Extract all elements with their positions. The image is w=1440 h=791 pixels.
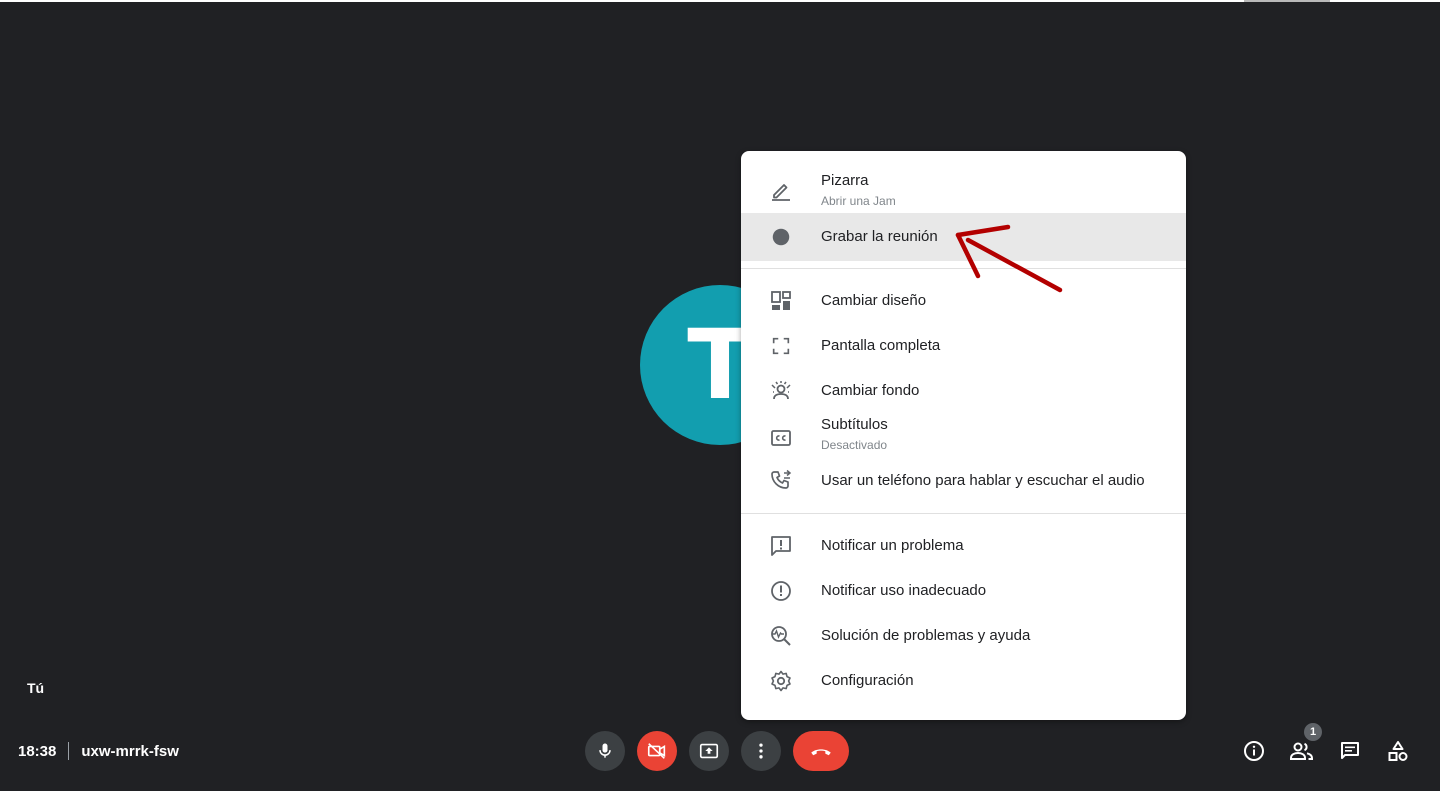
mic-button[interactable] xyxy=(585,731,625,771)
activities-icon xyxy=(1388,741,1408,761)
meeting-info: 18:38 uxw-mrrk-fsw xyxy=(18,740,179,762)
camera-toggle-button[interactable] xyxy=(637,731,677,771)
menu-item-label: Subtítulos xyxy=(821,416,888,433)
annotation-arrow xyxy=(955,224,1063,293)
videocam-off-icon xyxy=(647,743,666,759)
more-vert-icon xyxy=(759,743,763,759)
captions-icon xyxy=(767,424,795,452)
more-options-button[interactable] xyxy=(741,731,781,771)
menu-item-label: Configuración xyxy=(821,672,914,689)
menu-item-label: Pantalla completa xyxy=(821,337,941,354)
fullscreen-icon xyxy=(767,332,795,360)
top-border xyxy=(0,0,1440,2)
menu-item-captions[interactable]: Subtítulos Desactivado xyxy=(741,413,1186,463)
info-icon xyxy=(1244,741,1264,761)
leave-call-button[interactable] xyxy=(793,731,849,771)
meeting-info-divider xyxy=(68,742,70,760)
menu-item-label: Solución de problemas y ayuda xyxy=(821,627,1031,644)
menu-item-label: Cambiar fondo xyxy=(821,382,920,399)
call-end-icon xyxy=(811,749,831,756)
report-icon xyxy=(767,577,795,605)
menu-item-label: Grabar la reunión xyxy=(821,228,938,245)
participant-count-badge: 1 xyxy=(1304,723,1322,741)
settings-icon xyxy=(767,667,795,695)
meeting-time: 18:38 xyxy=(18,742,57,760)
menu-item-troubleshooting[interactable]: Solución de problemas y ayuda xyxy=(741,614,1186,658)
mic-icon xyxy=(599,743,611,758)
background-icon xyxy=(767,377,795,405)
present-screen-icon xyxy=(699,743,719,759)
menu-item-label: Pizarra xyxy=(821,172,869,189)
menu-item-label: Notificar uso inadecuado xyxy=(821,582,987,599)
record-icon xyxy=(767,223,795,251)
troubleshoot-icon xyxy=(767,622,795,650)
menu-item-label: Cambiar diseño xyxy=(821,292,927,309)
menu-item-whiteboard[interactable]: Pizarra Abrir una Jam xyxy=(741,165,1186,215)
chat-button[interactable] xyxy=(1336,737,1364,765)
menu-item-report-abuse[interactable]: Notificar uso inadecuado xyxy=(741,569,1186,613)
layout-icon xyxy=(767,287,795,315)
activities-button[interactable] xyxy=(1384,737,1412,765)
meeting-details-button[interactable] xyxy=(1240,737,1268,765)
meet-window: T Tú 18:38 uxw-mrrk-fsw 1 Pizarra Abrir … xyxy=(0,0,1440,791)
menu-divider xyxy=(741,513,1186,514)
menu-item-report-problem[interactable]: Notificar un problema xyxy=(741,524,1186,568)
menu-item-label: Usar un teléfono para hablar y escuchar … xyxy=(821,472,1145,489)
menu-item-settings[interactable]: Configuración xyxy=(741,659,1186,703)
self-tile-label: Tú xyxy=(27,680,45,696)
menu-item-fullscreen[interactable]: Pantalla completa xyxy=(741,324,1186,368)
present-button[interactable] xyxy=(689,731,729,771)
menu-item-phone-audio[interactable]: Usar un teléfono para hablar y escuchar … xyxy=(741,459,1186,503)
participants-button[interactable] xyxy=(1288,737,1316,765)
meeting-code[interactable]: uxw-mrrk-fsw xyxy=(81,743,179,760)
people-icon xyxy=(1290,742,1313,760)
phone-icon xyxy=(767,467,795,495)
menu-item-sublabel: Desactivado xyxy=(821,438,888,452)
menu-item-label: Notificar un problema xyxy=(821,537,964,554)
chat-icon xyxy=(1341,742,1359,759)
menu-item-sublabel: Abrir una Jam xyxy=(821,194,896,208)
feedback-icon xyxy=(767,532,795,560)
menu-item-change-background[interactable]: Cambiar fondo xyxy=(741,369,1186,413)
top-tab-indicator xyxy=(1244,0,1330,2)
pencil-icon xyxy=(767,176,795,204)
